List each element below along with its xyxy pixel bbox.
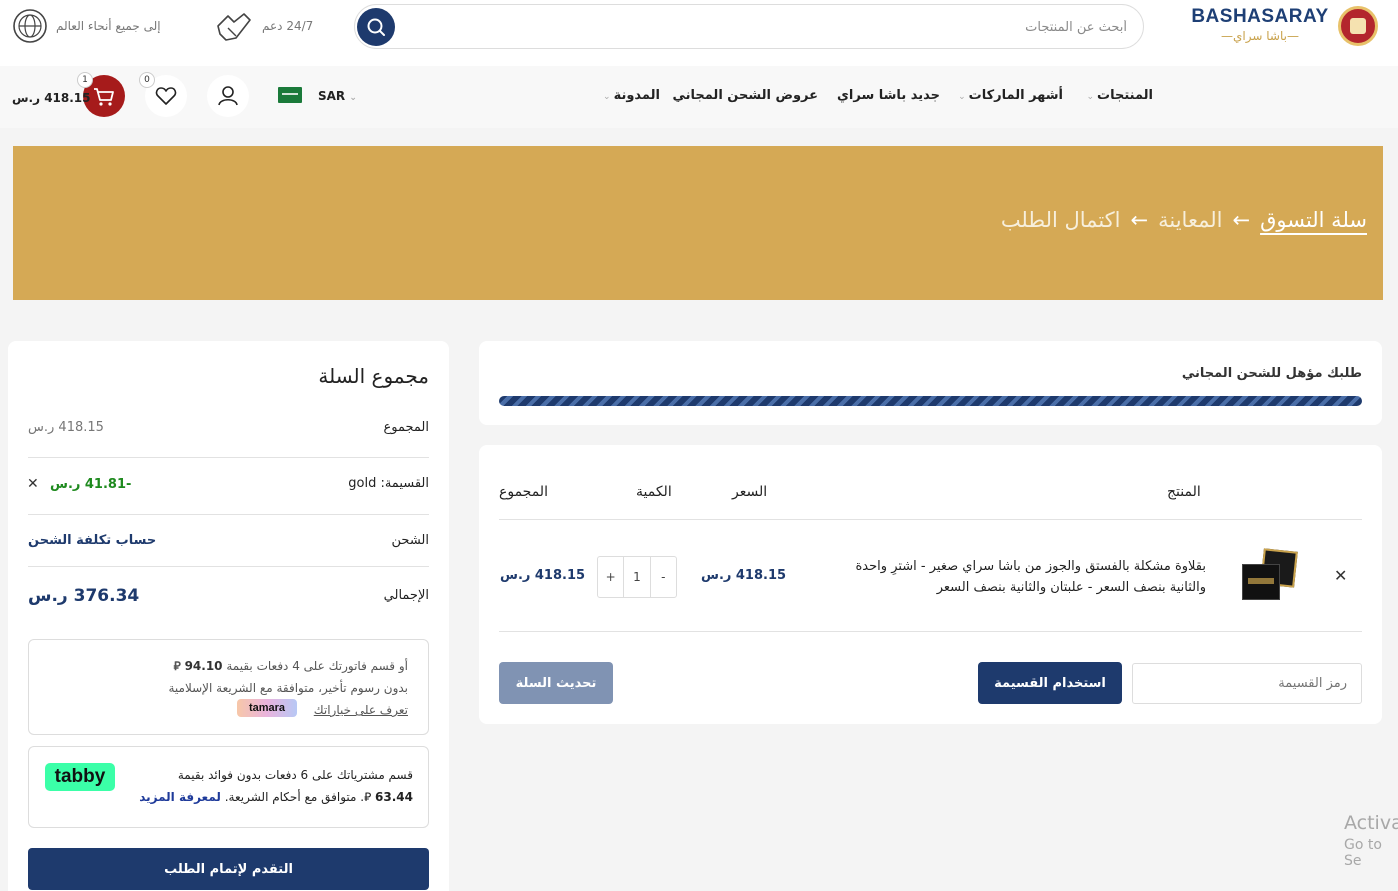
nav-item-new[interactable]: جديد باشا سراي [837, 88, 940, 103]
coupon-discount-value: -41.81 ر.س [50, 477, 132, 492]
coupon-label: القسيمة: gold [348, 476, 429, 491]
os-watermark-line1: Activa [1344, 812, 1398, 834]
tabby-logo: tabby [45, 763, 115, 791]
total-label: الإجمالي [383, 588, 429, 603]
quantity-increase-button[interactable]: + [598, 557, 623, 597]
search-button[interactable] [357, 8, 395, 46]
total-value: 376.34 ر.س [28, 586, 140, 606]
worldwide-text: إلى جميع أنحاء العالم [56, 19, 161, 33]
quantity-decrease-button[interactable]: - [651, 557, 676, 597]
tabby-learn-more-link[interactable]: لمعرفة المزيد [139, 790, 221, 804]
chevron-down-icon: ⌄ [958, 92, 966, 102]
calculate-shipping-link[interactable]: حساب تكلفة الشحن [28, 533, 156, 548]
totals-divider [28, 457, 429, 458]
tamara-text: أو قسم فاتورتك على 4 دفعات بقيمة 94.10 ⃁… [168, 659, 408, 717]
cart-total[interactable]: 418.15 ر.س [12, 91, 91, 105]
product-name[interactable]: بقلاوة مشكلة بالفستق والجوز من باشا سراي… [786, 556, 1207, 598]
quantity-stepper: + 1 - [597, 556, 677, 598]
nav-item-free-shipping[interactable]: عروض الشحن المجاني [672, 88, 818, 103]
nav-item-blog[interactable]: المدونة⌄ [603, 88, 660, 103]
update-cart-button[interactable]: تحديث السلة [499, 662, 613, 704]
cart-count-badge: 1 [77, 72, 93, 88]
header-quantity: الكمية [636, 484, 672, 500]
logo-subtext: —باشا سراي— [1221, 29, 1299, 43]
search-bar [354, 4, 1144, 49]
item-subtotal: 418.15 ر.س [500, 568, 586, 583]
nav-item-brands[interactable]: أشهر الماركات⌄ [958, 88, 1063, 103]
account-button[interactable] [207, 75, 249, 117]
remove-coupon-icon[interactable]: ✕ [27, 476, 39, 492]
apply-coupon-button[interactable]: استخدام القسيمة [978, 662, 1122, 704]
tamara-logo: tamara [237, 699, 297, 717]
currency-selector[interactable]: SAR ⌄ [318, 89, 357, 103]
wishlist-count-badge: 0 [139, 72, 155, 88]
user-icon [218, 86, 238, 106]
product-thumbnail[interactable] [1240, 548, 1300, 604]
tamara-learn-more-link[interactable]: تعرف على خياراتك [314, 703, 408, 717]
search-input[interactable] [487, 13, 1127, 41]
logo-text[interactable]: BASHASARAY [1190, 6, 1330, 28]
support-hand-icon [217, 13, 251, 41]
tabby-text: قسم مشترياتك على 6 دفعات بدون فوائد بقيم… [139, 768, 413, 804]
shipping-label: الشحن [391, 533, 429, 548]
header-product: المنتج [1167, 484, 1201, 500]
table-row-divider [499, 631, 1362, 632]
coupon-input[interactable] [1132, 663, 1362, 704]
chevron-down-icon: ⌄ [349, 93, 357, 103]
header-subtotal: المجموع [499, 484, 548, 500]
item-price: 418.15 ر.س [701, 568, 787, 583]
proceed-to-checkout-button[interactable]: التقدم لإتمام الطلب [28, 848, 429, 890]
subtotal-value: 418.15 ر.س [28, 420, 104, 435]
logo-icon[interactable] [1338, 6, 1378, 46]
nav-item-products[interactable]: المنتجات⌄ [1086, 88, 1153, 103]
step-complete[interactable]: اكتمال الطلب [1001, 208, 1121, 232]
totals-divider [28, 566, 429, 567]
globe-icon [13, 9, 47, 43]
shipping-progress-bar [499, 396, 1362, 406]
os-watermark-line2: Go to Se [1344, 837, 1382, 869]
arrow-left-icon: ← [1130, 208, 1149, 232]
table-header-divider [499, 519, 1362, 520]
remove-item-icon[interactable]: ✕ [1334, 566, 1347, 585]
header-price: السعر [732, 484, 768, 500]
chevron-down-icon: ⌄ [1086, 92, 1095, 102]
free-shipping-label: طلبك مؤهل للشحن المجاني [1181, 366, 1362, 381]
totals-divider [28, 514, 429, 515]
step-cart[interactable]: سلة التسوق [1260, 208, 1367, 232]
support-text: 24/7 دعم [262, 19, 314, 33]
arrow-left-icon: ← [1232, 208, 1251, 232]
chevron-down-icon: ⌄ [603, 92, 611, 102]
free-shipping-card [479, 341, 1382, 425]
step-review[interactable]: المعاينة [1158, 208, 1222, 232]
quantity-input[interactable]: 1 [623, 557, 651, 597]
checkout-steps: سلة التسوق ← المعاينة ← اكتمال الطلب [1001, 208, 1367, 232]
subtotal-label: المجموع [383, 420, 429, 435]
search-icon [367, 18, 385, 36]
saudi-flag-icon [278, 87, 302, 103]
cart-totals-title: مجموع السلة [318, 364, 429, 388]
